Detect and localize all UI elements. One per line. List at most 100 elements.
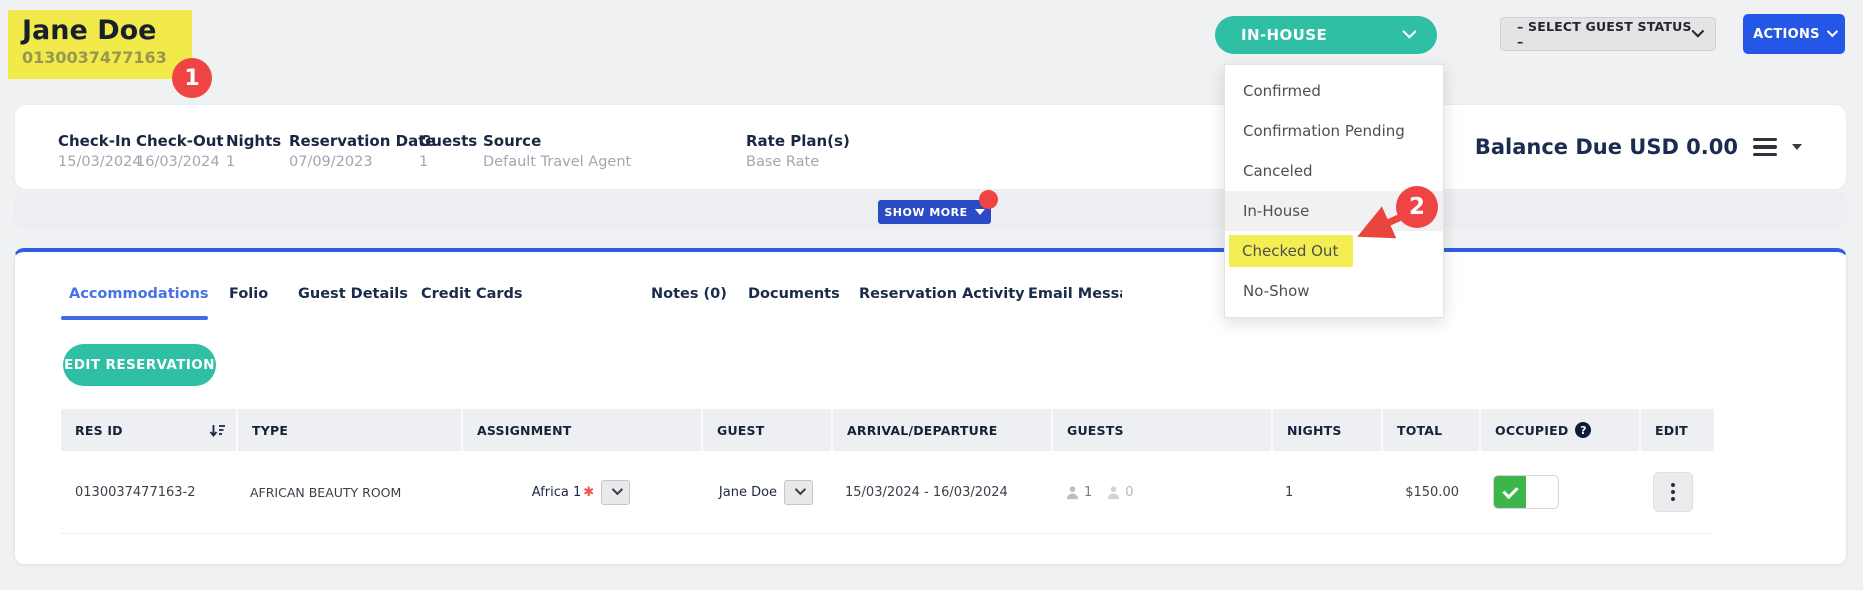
row-kebab-menu-button[interactable] (1653, 472, 1693, 512)
field-value: 07/09/2023 (289, 154, 436, 170)
summary-field-guests: Guests 1 (419, 132, 477, 170)
field-value: 1 (419, 154, 477, 170)
header-arrival-departure: ARRIVAL/DEPARTURE (831, 409, 1051, 451)
field-label: Guests (419, 132, 477, 150)
header-res-id: RES ID (61, 409, 236, 451)
chevron-down-icon (611, 484, 622, 495)
chevron-down-icon (1402, 25, 1416, 39)
occupied-toggle[interactable] (1493, 475, 1559, 509)
summary-field-reservation-date: Reservation Date 07/09/2023 (289, 132, 436, 170)
chevron-down-icon (1827, 25, 1838, 36)
menu-item-canceled[interactable]: Canceled (1225, 151, 1443, 191)
tab-email-messages[interactable]: Email Messages (1028, 286, 1122, 302)
tab-folio[interactable]: Folio (229, 286, 268, 302)
header-assignment: ASSIGNMENT (461, 409, 701, 451)
field-label: Nights (226, 132, 281, 150)
toggle-on-half (1494, 476, 1526, 508)
field-label: Check-In (58, 132, 142, 150)
sort-icon[interactable] (209, 422, 226, 439)
reservation-detail-card: Accommodations Folio Guest Details Credi… (14, 248, 1847, 565)
header-label: GUEST (717, 423, 764, 438)
guest-name-highlight: Jane Doe 0130037477163 (8, 10, 192, 79)
actions-button[interactable]: ACTIONS (1743, 14, 1845, 54)
menu-item-confirmed[interactable]: Confirmed (1225, 71, 1443, 111)
header-label: RES ID (75, 423, 123, 438)
chevron-down-icon (794, 484, 805, 495)
show-more-label: SHOW MORE (884, 206, 967, 219)
guest-status-select-value: – SELECT GUEST STATUS – (1517, 19, 1692, 49)
summary-field-source: Source Default Travel Agent (483, 132, 631, 170)
assignment-select[interactable] (601, 480, 630, 505)
balance-due-text: Balance Due USD 0.00 (1475, 135, 1738, 159)
field-value: Base Rate (746, 154, 850, 170)
children-count: 0 (1125, 485, 1133, 500)
cell-assignment: Africa 1 ✱ (461, 451, 701, 533)
required-asterisk-icon: ✱ (583, 485, 594, 500)
actions-button-label: ACTIONS (1753, 27, 1820, 42)
tab-guest-details[interactable]: Guest Details (298, 286, 408, 302)
cell-edit (1639, 451, 1714, 533)
child-person-icon (1106, 485, 1121, 500)
cell-guests: 1 0 (1051, 451, 1271, 533)
show-more-button[interactable]: SHOW MORE (878, 200, 991, 224)
header-label: EDIT (1655, 423, 1688, 438)
reservation-page: Jane Doe 0130037477163 1 IN-HOUSE – SELE… (0, 0, 1863, 590)
field-value: Default Travel Agent (483, 154, 631, 170)
hamburger-menu-icon[interactable] (1753, 138, 1777, 157)
header-occupied: OCCUPIED ? (1479, 409, 1639, 451)
guest-reservation-number: 0130037477163 (22, 48, 192, 67)
cell-arrival-departure: 15/03/2024 - 16/03/2024 (831, 451, 1051, 533)
cell-guest: Jane Doe (701, 451, 831, 533)
cell-occupied (1479, 451, 1639, 533)
adults-count: 1 (1084, 485, 1092, 500)
field-label: Rate Plan(s) (746, 132, 850, 150)
field-value: 15/03/2024 (58, 154, 142, 170)
header-label: TOTAL (1397, 423, 1442, 438)
summary-field-check-in: Check-In 15/03/2024 (58, 132, 142, 170)
tab-reservation-activity[interactable]: Reservation Activity (859, 286, 1025, 302)
tab-notes[interactable]: Notes (0) (651, 286, 727, 302)
reservation-status-button[interactable]: IN-HOUSE (1215, 16, 1437, 54)
reservation-summary-card: Check-In 15/03/2024 Check-Out 16/03/2024… (14, 104, 1847, 190)
tab-accommodations[interactable]: Accommodations (69, 286, 209, 302)
field-value: 1 (226, 154, 281, 170)
help-icon[interactable]: ? (1575, 422, 1591, 438)
header-nights: NIGHTS (1271, 409, 1381, 451)
caret-down-icon[interactable] (1792, 144, 1802, 150)
balance-due-group: Balance Due USD 0.00 (1475, 105, 1802, 189)
field-label: Reservation Date (289, 132, 436, 150)
accommodations-table: RES ID TYPE ASSIGNMENT GUEST ARRIVAL/DEP… (61, 409, 1714, 534)
guest-value: Jane Doe (719, 485, 777, 500)
menu-item-confirmation-pending[interactable]: Confirmation Pending (1225, 111, 1443, 151)
edit-reservation-button[interactable]: EDIT RESERVATION (63, 344, 216, 386)
table-header-row: RES ID TYPE ASSIGNMENT GUEST ARRIVAL/DEP… (61, 409, 1714, 451)
cell-type: AFRICAN BEAUTY ROOM (236, 451, 461, 533)
tab-credit-cards[interactable]: Credit Cards (421, 286, 523, 302)
cell-res-id: 0130037477163-2 (61, 451, 236, 533)
header-guests: GUESTS (1051, 409, 1271, 451)
tab-documents[interactable]: Documents (748, 286, 840, 302)
cell-total: $150.00 (1381, 451, 1479, 533)
notification-dot (979, 190, 998, 209)
table-row: 0130037477163-2 AFRICAN BEAUTY ROOM Afri… (61, 451, 1714, 534)
summary-field-check-out: Check-Out 16/03/2024 (136, 132, 224, 170)
adult-person-icon (1065, 485, 1080, 500)
check-icon (1502, 482, 1518, 498)
annotation-step-2-badge: 2 (1396, 186, 1438, 228)
guest-select[interactable] (784, 480, 813, 505)
active-tab-underline (61, 316, 208, 320)
menu-item-no-show[interactable]: No-Show (1225, 271, 1443, 311)
guest-name: Jane Doe (22, 14, 192, 48)
summary-field-nights: Nights 1 (226, 132, 281, 170)
header-total: TOTAL (1381, 409, 1479, 451)
summary-field-rate-plans: Rate Plan(s) Base Rate (746, 132, 850, 170)
checked-out-highlight: Checked Out (1229, 235, 1353, 267)
reservation-status-label: IN-HOUSE (1241, 26, 1327, 44)
header-guest: GUEST (701, 409, 831, 451)
header-label: NIGHTS (1287, 423, 1342, 438)
annotation-step-1-badge: 1 (172, 58, 212, 98)
guest-status-select[interactable]: – SELECT GUEST STATUS – (1500, 17, 1716, 51)
field-label: Check-Out (136, 132, 224, 150)
header-label: TYPE (252, 423, 288, 438)
header-type: TYPE (236, 409, 461, 451)
